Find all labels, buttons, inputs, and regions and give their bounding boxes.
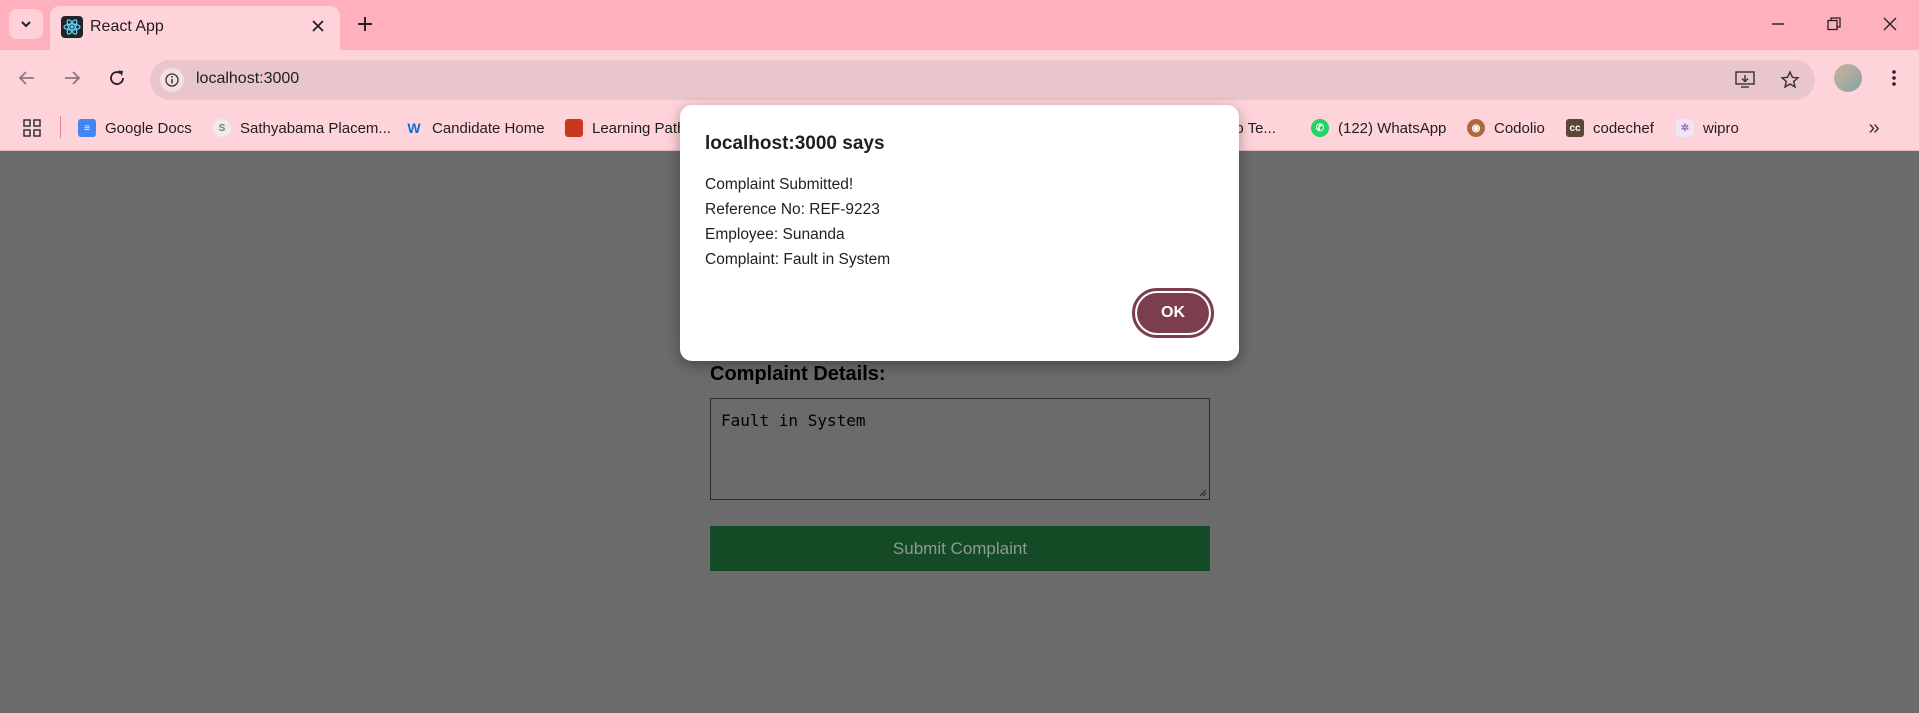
profile-avatar[interactable] [1834, 64, 1862, 92]
bookmark-wipro[interactable]: ✲ wipro [1676, 116, 1739, 140]
url-text[interactable]: localhost:3000 [196, 70, 299, 88]
bookmark-label: codechef [1593, 119, 1654, 137]
codechef-icon: cc [1566, 119, 1584, 137]
bookmark-whatsapp[interactable]: ✆ (122) WhatsApp [1311, 116, 1446, 140]
wipro-icon: ✲ [1676, 119, 1694, 137]
learning-path-icon [565, 119, 583, 137]
close-window-button[interactable] [1870, 8, 1910, 40]
reload-icon [110, 70, 124, 85]
bookmark-label: wipro [1703, 119, 1739, 137]
arrow-left-icon [18, 71, 34, 85]
bookmark-google-docs[interactable]: ≡ Google Docs [78, 116, 192, 140]
chevron-down-icon [21, 21, 31, 28]
forward-button[interactable] [55, 61, 89, 95]
minimize-icon [1772, 23, 1784, 25]
plus-icon [358, 17, 372, 31]
restore-icon [1827, 17, 1841, 31]
submit-complaint-button[interactable]: Submit Complaint [710, 526, 1210, 571]
site-info-icon[interactable] [160, 68, 184, 92]
more-vertical-icon [1892, 70, 1896, 86]
complaint-details-label: Complaint Details: [710, 363, 886, 385]
workday-icon: W [407, 120, 421, 136]
back-button[interactable] [10, 61, 44, 95]
arrow-right-icon [65, 71, 81, 85]
bookmark-codolio[interactable]: ◉ Codolio [1467, 116, 1545, 140]
bookmark-label: Google Docs [105, 119, 192, 137]
bookmark-star-icon[interactable] [1778, 68, 1802, 92]
dialog-line-complaint: Complaint: Fault in System [705, 251, 891, 268]
bookmark-label: Sathyabama Placem... [240, 119, 391, 137]
google-docs-icon: ≡ [78, 119, 96, 137]
bookmarks-divider [60, 116, 61, 138]
close-tab-icon[interactable] [306, 14, 330, 38]
close-icon [1883, 17, 1897, 31]
restore-button[interactable] [1814, 8, 1854, 40]
bookmark-label: Codolio [1494, 119, 1545, 137]
new-tab-button[interactable] [352, 11, 378, 37]
codolio-icon: ◉ [1467, 119, 1485, 137]
dialog-line-status: Complaint Submitted! [705, 176, 854, 193]
ok-button[interactable]: OK [1132, 288, 1214, 338]
tab-title: React App [90, 18, 164, 35]
install-app-icon[interactable] [1733, 68, 1757, 92]
bookmark-codechef[interactable]: cc codechef [1566, 116, 1654, 140]
complaint-textarea[interactable]: Fault in System [710, 398, 1210, 500]
bookmark-candidate-home[interactable]: W Candidate Home [405, 116, 545, 140]
dialog-line-reference: Reference No: REF-9223 [705, 201, 880, 218]
double-chevron-right-icon[interactable]: » [1862, 116, 1886, 140]
tab-strip: React App [0, 0, 1919, 50]
react-icon [61, 16, 83, 38]
active-tab[interactable]: React App [50, 6, 340, 50]
bookmark-label: (122) WhatsApp [1338, 119, 1447, 137]
dialog-title: localhost:3000 says [705, 133, 885, 154]
bookmark-label: Candidate Home [432, 119, 545, 137]
address-bar[interactable]: localhost:3000 [150, 60, 1815, 100]
bookmark-learning-path[interactable]: Learning Path [565, 116, 685, 140]
browser-menu-button[interactable] [1880, 64, 1908, 92]
alert-dialog: localhost:3000 says Complaint Submitted!… [680, 105, 1239, 361]
bookmark-label: Learning Path [592, 119, 686, 137]
tab-search-button[interactable] [9, 9, 43, 39]
reload-button[interactable] [100, 61, 134, 95]
dialog-message: Complaint Submitted! Reference No: REF-9… [705, 172, 890, 272]
browser-toolbar: localhost:3000 [0, 50, 1919, 106]
whatsapp-icon: ✆ [1311, 119, 1329, 137]
complaint-text: Fault in System [721, 411, 866, 430]
resize-handle-icon[interactable] [1197, 487, 1207, 497]
ok-label: OK [1137, 293, 1209, 333]
apps-grid-icon[interactable] [20, 116, 44, 140]
bookmark-sathyabama[interactable]: S Sathyabama Placem... [213, 116, 391, 140]
minimize-button[interactable] [1758, 8, 1798, 40]
sathyabama-icon: S [213, 119, 231, 137]
dialog-line-employee: Employee: Sunanda [705, 226, 845, 243]
